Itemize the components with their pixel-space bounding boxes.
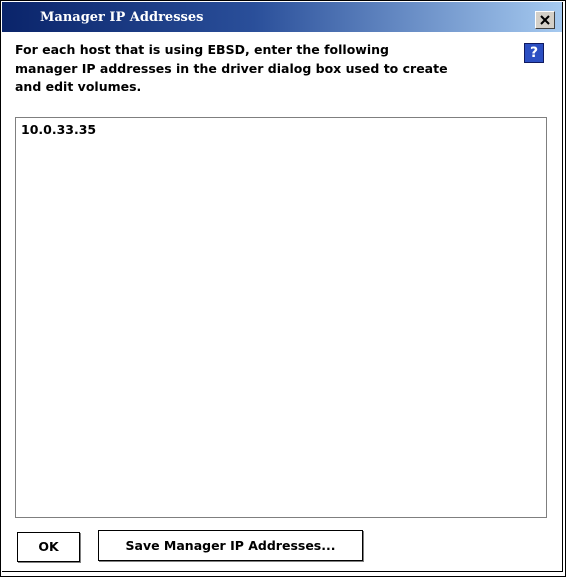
ip-addresses-textarea[interactable]: 10.0.33.35 — [15, 117, 547, 518]
instructions-line: manager IP addresses in the driver dialo… — [15, 60, 448, 76]
ip-address-value: 10.0.33.35 — [21, 122, 97, 137]
title-bar[interactable]: Manager IP Addresses — [2, 2, 562, 32]
help-icon: ? — [529, 45, 539, 61]
instructions-line: For each host that is using EBSD, enter … — [15, 42, 389, 57]
instructions-line: and edit volumes. — [15, 79, 142, 94]
help-button[interactable]: ? — [524, 43, 544, 63]
instructions-text: For each host that is using EBSD, enter … — [15, 41, 495, 97]
dialog-title: Manager IP Addresses — [40, 10, 204, 25]
save-ip-addresses-button[interactable]: Save Manager IP Addresses... — [98, 530, 363, 561]
manager-ip-dialog: Manager IP Addresses For each host that … — [0, 0, 566, 577]
close-button[interactable] — [535, 11, 555, 29]
bottom-divider — [2, 571, 562, 572]
ok-button[interactable]: OK — [17, 532, 80, 562]
close-icon — [540, 15, 550, 25]
right-divider — [562, 2, 563, 572]
